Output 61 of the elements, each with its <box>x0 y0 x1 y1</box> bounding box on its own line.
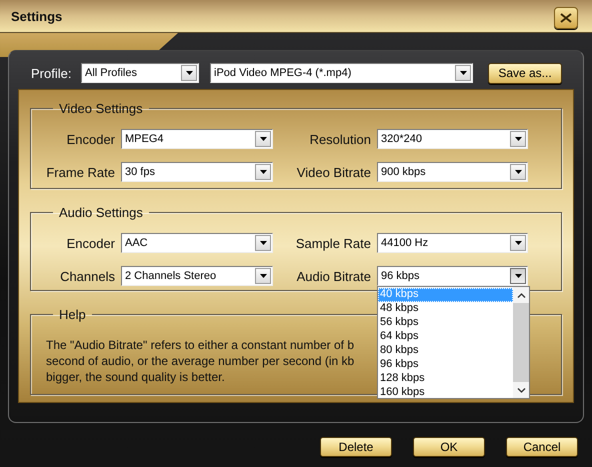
dropdown-field[interactable]: MPEG4 <box>121 129 273 149</box>
field-label: Encoder <box>66 236 115 250</box>
dropdown-button[interactable] <box>255 235 271 251</box>
help-text: The "Audio Bitrate" refers to either a constant number of b <box>46 337 354 353</box>
close-icon <box>560 13 572 23</box>
caret-down-icon <box>260 241 266 245</box>
window-title: Settings <box>11 8 62 24</box>
field-label: Frame Rate <box>45 164 115 180</box>
caret-down-icon <box>514 274 522 278</box>
dropdown-option[interactable]: 160 kbps <box>378 386 513 400</box>
dropdown-field[interactable]: 2 Channels Stereo <box>121 266 273 286</box>
dropdown-field[interactable]: 30 fps <box>121 162 273 182</box>
profile-label: Profile: <box>31 66 72 80</box>
dropdown-button[interactable] <box>510 235 526 251</box>
field-label: Channels <box>59 268 115 284</box>
field-label: Encoder <box>66 132 115 146</box>
dropdown-option[interactable]: 48 kbps <box>378 302 513 316</box>
caret-down-icon <box>260 137 266 141</box>
dropdown-button[interactable] <box>255 268 271 284</box>
help-text: bigger, the sound quality is better. <box>46 369 225 385</box>
dropdown-button[interactable] <box>255 164 271 180</box>
dropdown-field[interactable]: 96 kbps <box>377 266 528 286</box>
save-as-button[interactable]: Save as... <box>488 62 562 84</box>
dropdown-option[interactable]: 64 kbps <box>378 330 513 344</box>
chevron-up-icon[interactable] <box>516 292 526 298</box>
dropdown-field[interactable]: 44100 Hz <box>377 233 528 253</box>
dropdown-option[interactable]: 80 kbps <box>378 344 513 358</box>
dropdown-button[interactable] <box>510 268 526 284</box>
dropdown-option[interactable]: 128 kbps <box>378 372 513 386</box>
field-label: Audio Bitrate <box>296 268 371 284</box>
dropdown-field[interactable]: 900 kbps <box>377 162 528 182</box>
dialog-button[interactable]: OK <box>413 437 485 457</box>
dropdown-field[interactable]: All Profiles <box>81 63 199 83</box>
dropdown-field[interactable]: AAC <box>121 233 273 253</box>
field-label: Sample Rate <box>294 236 371 250</box>
caret-down-icon <box>514 241 522 245</box>
caret-down-icon <box>260 170 266 174</box>
close-button[interactable] <box>554 7 578 29</box>
caret-down-icon <box>186 71 192 75</box>
field-label: Video Bitrate <box>296 164 371 180</box>
caret-down-icon <box>460 71 466 75</box>
group-title: Audio Settings <box>58 205 144 220</box>
dropdown-button[interactable] <box>455 65 471 81</box>
field-label: Resolution <box>308 132 371 146</box>
dropdown-button[interactable] <box>510 164 526 180</box>
scrollbar[interactable] <box>513 287 529 398</box>
dropdown-option[interactable]: 56 kbps <box>378 316 513 330</box>
help-text: second of audio, or the average number per second (in kb <box>46 353 354 369</box>
group-title: Help <box>58 307 87 322</box>
dropdown-field[interactable]: iPod Video MPEG-4 (*.mp4) <box>210 63 473 83</box>
dialog-button[interactable]: Delete <box>320 437 392 457</box>
dropdown-option[interactable]: 96 kbps <box>378 358 513 372</box>
caret-down-icon <box>514 137 522 141</box>
dropdown-field[interactable]: 320*240 <box>377 129 528 149</box>
dialog-button[interactable]: Cancel <box>506 437 578 457</box>
caret-down-icon <box>514 170 522 174</box>
dropdown-button[interactable] <box>181 65 197 81</box>
chevron-down-icon[interactable] <box>516 388 526 392</box>
dropdown-button[interactable] <box>510 131 526 147</box>
caret-down-icon <box>260 274 266 278</box>
dropdown-button[interactable] <box>255 131 271 147</box>
